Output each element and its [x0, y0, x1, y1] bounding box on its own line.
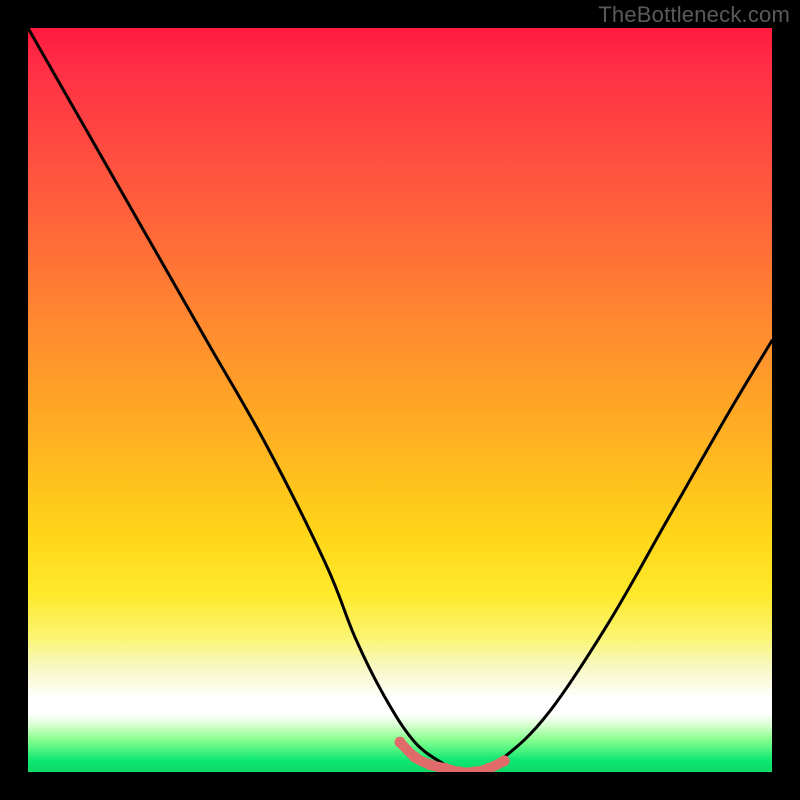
trough-dot: [395, 737, 406, 748]
watermark-label: TheBottleneck.com: [598, 2, 790, 28]
chart-frame: TheBottleneck.com: [0, 0, 800, 800]
trough-dot: [424, 759, 435, 770]
plot-area: [28, 28, 772, 772]
curve-layer: [28, 28, 772, 772]
bottleneck-curve: [28, 28, 772, 772]
trough-dot: [409, 752, 420, 763]
trough-dot: [499, 755, 510, 766]
